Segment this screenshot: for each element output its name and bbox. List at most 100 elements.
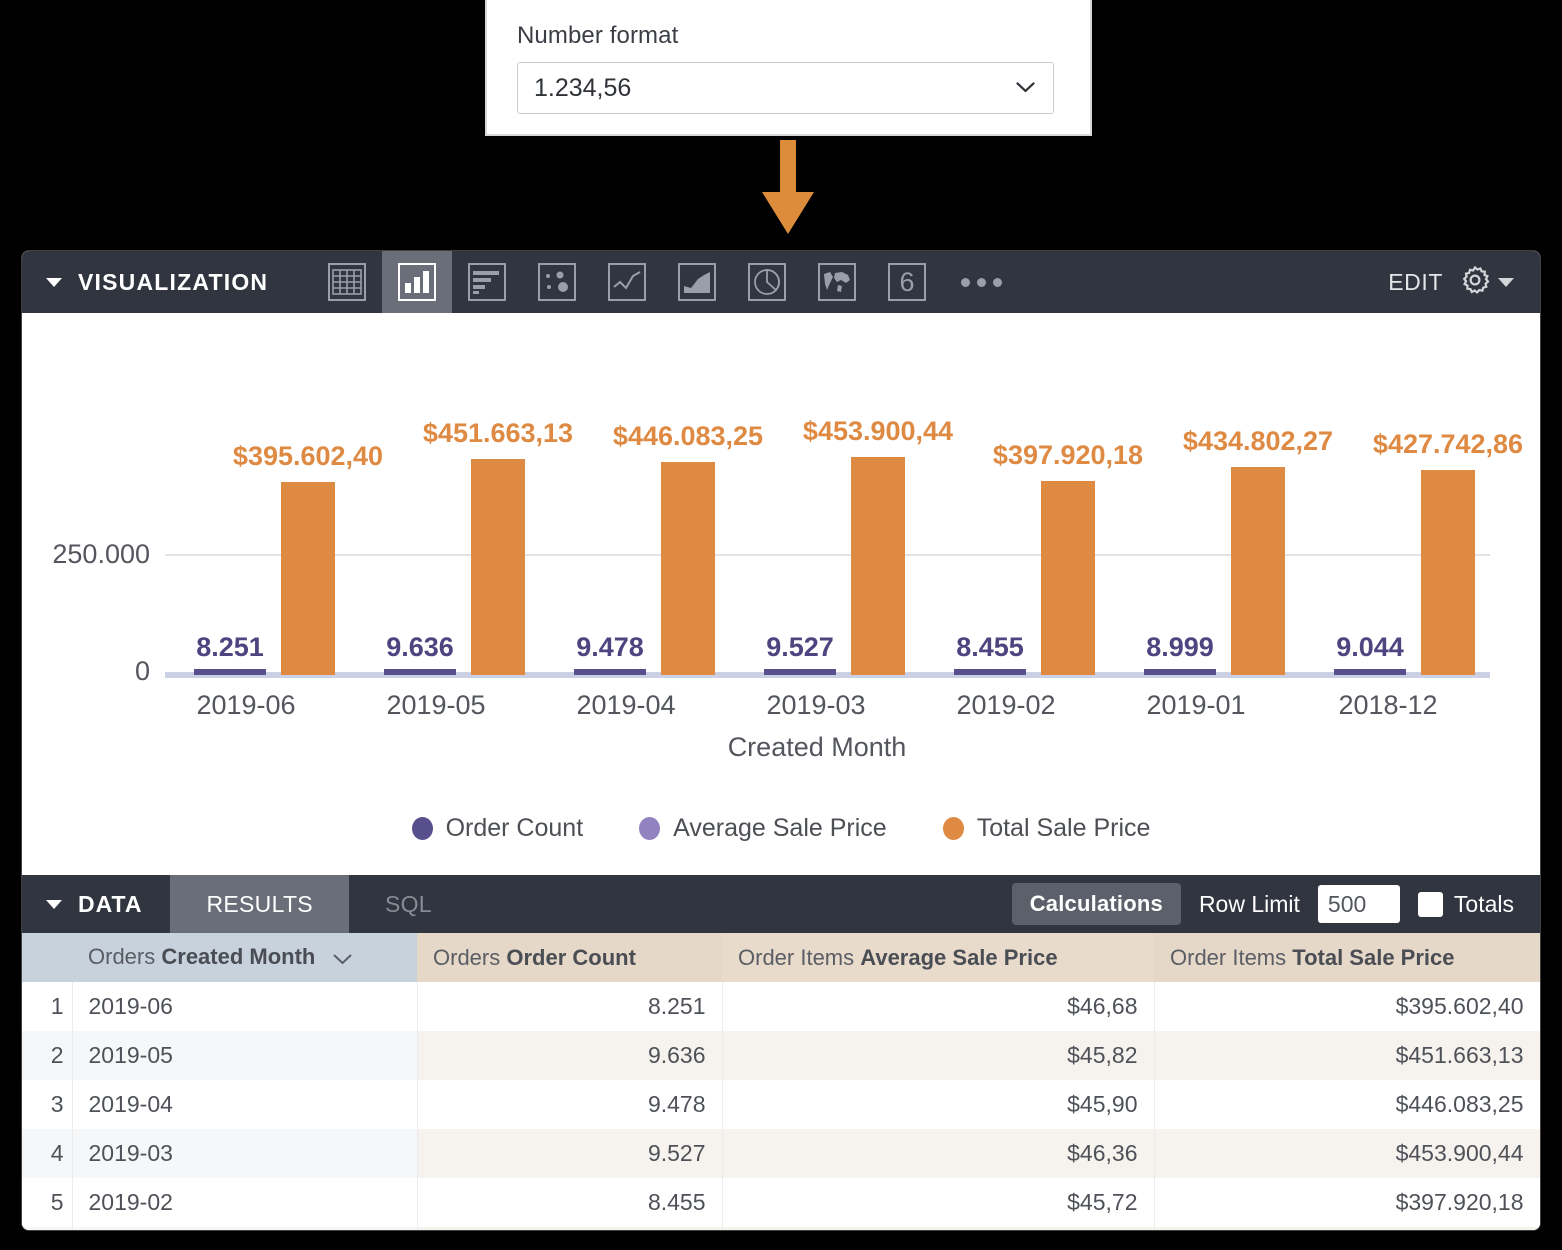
- chart-type-toolbar: 6: [312, 251, 1020, 313]
- single-value-label: 6: [899, 269, 914, 296]
- bar-chart-glyph: [398, 263, 436, 301]
- cell-order-count: 9.527: [417, 1129, 722, 1178]
- column-header-created-month[interactable]: Orders Created Month: [72, 933, 417, 982]
- cell-created-month: 2019-02: [72, 1178, 417, 1227]
- table-row[interactable]: 5 2019-02 8.455 $45,72 $397.920,18: [22, 1178, 1540, 1227]
- cell-total-sale-price: $451.663,13: [1154, 1031, 1540, 1080]
- bar-total-sale-price-2019-03: [851, 457, 905, 675]
- row-number: 5: [22, 1178, 72, 1227]
- edit-button[interactable]: EDIT: [1388, 269, 1443, 296]
- x-tick-2019-06: 2019-06: [196, 690, 295, 720]
- label-order-count-2019-01: 8.999: [1146, 632, 1214, 662]
- arrow-down-icon: [758, 140, 818, 236]
- explore-panel: VISUALIZATION: [22, 251, 1540, 1230]
- table-glyph: [328, 263, 366, 301]
- cell-created-month: 2019-01: [72, 1227, 417, 1230]
- data-controls: Calculations Row Limit 500 Totals: [1012, 875, 1540, 933]
- cell-average-sale-price: $46,68: [722, 982, 1154, 1031]
- table-row[interactable]: 3 2019-04 9.478 $45,90 $446.083,25: [22, 1080, 1540, 1129]
- label-order-count-2019-02: 8.455: [956, 632, 1024, 662]
- cell-created-month: 2019-05: [72, 1031, 417, 1080]
- legend-item-order-count[interactable]: Order Count: [412, 814, 584, 843]
- caret-down-icon: [46, 900, 62, 909]
- legend-item-average-sale-price[interactable]: Average Sale Price: [639, 814, 887, 843]
- cell-average-sale-price: $45,72: [722, 1178, 1154, 1227]
- cell-total-sale-price: $397.920,18: [1154, 1178, 1540, 1227]
- column-name-created-month: Created Month: [161, 944, 315, 969]
- area-glyph: [678, 263, 716, 301]
- label-total-sale-price-2019-01: $434.802,27: [1183, 426, 1333, 456]
- table-row[interactable]: 2 2019-05 9.636 $45,82 $451.663,13: [22, 1031, 1540, 1080]
- cell-created-month: 2019-04: [72, 1080, 417, 1129]
- label-total-sale-price-2019-04: $446.083,25: [613, 421, 763, 451]
- tab-sql[interactable]: SQL: [349, 875, 468, 933]
- table-chart-icon[interactable]: [312, 251, 382, 313]
- visualization-settings-button[interactable]: [1459, 264, 1514, 301]
- label-total-sale-price-2019-06: $395.602,40: [233, 441, 383, 471]
- column-name-total-sale-price: Total Sale Price: [1292, 945, 1454, 970]
- cell-order-count: 8.455: [417, 1178, 722, 1227]
- bar-order-count-2019-05: [384, 669, 456, 675]
- x-tick-2018-12: 2018-12: [1338, 690, 1437, 720]
- calculations-button[interactable]: Calculations: [1012, 883, 1181, 925]
- single-value-icon[interactable]: 6: [872, 251, 942, 313]
- legend-label-average-sale-price: Average Sale Price: [673, 814, 887, 843]
- legend-item-total-sale-price[interactable]: Total Sale Price: [943, 814, 1151, 843]
- totals-checkbox[interactable]: [1418, 892, 1443, 917]
- bar-chart-icon[interactable]: [382, 251, 452, 313]
- horizontal-bar-chart-icon[interactable]: [452, 251, 522, 313]
- label-order-count-2019-03: 9.527: [766, 632, 834, 662]
- cell-average-sale-price: $46,36: [722, 1129, 1154, 1178]
- row-limit-input[interactable]: 500: [1318, 885, 1400, 923]
- label-order-count-2019-06: 8.251: [196, 632, 264, 662]
- cell-average-sale-price: $45,90: [722, 1080, 1154, 1129]
- pie-chart-icon[interactable]: [732, 251, 802, 313]
- cell-total-sale-price: $395.602,40: [1154, 982, 1540, 1031]
- label-total-sale-price-2019-02: $397.920,18: [993, 440, 1143, 470]
- number-format-select[interactable]: 1.234,56: [517, 62, 1054, 114]
- row-number: 1: [22, 982, 72, 1031]
- column-header-order-count[interactable]: Orders Order Count: [417, 933, 722, 982]
- more-options-icon[interactable]: [942, 251, 1020, 313]
- totals-toggle[interactable]: Totals: [1418, 891, 1514, 918]
- horizontal-bar-glyph: [468, 263, 506, 301]
- cell-total-sale-price: $446.083,25: [1154, 1080, 1540, 1129]
- bar-chart[interactable]: 250.000 0 8.251 $395.602,40 9.636 $451.6…: [22, 313, 1540, 783]
- data-toggle[interactable]: DATA: [22, 875, 170, 933]
- y-tick-0: 0: [135, 656, 150, 686]
- table-row[interactable]: 1 2019-06 8.251 $46,68 $395.602,40: [22, 982, 1540, 1031]
- area-chart-icon[interactable]: [662, 251, 732, 313]
- chart-container: 250.000 0 8.251 $395.602,40 9.636 $451.6…: [22, 313, 1540, 875]
- map-glyph: [818, 263, 856, 301]
- scatter-chart-icon[interactable]: [522, 251, 592, 313]
- bar-total-sale-price-2019-05: [471, 459, 525, 675]
- visualization-header: VISUALIZATION: [22, 251, 1540, 313]
- column-header-total-sale-price[interactable]: Order Items Total Sale Price: [1154, 933, 1540, 982]
- column-prefix-order-items: Order Items: [738, 945, 854, 970]
- cell-average-sale-price: $46,98: [722, 1227, 1154, 1230]
- dot-1: [961, 278, 970, 287]
- column-prefix-orders: Orders: [88, 944, 155, 969]
- cell-order-count: 8.999: [417, 1227, 722, 1230]
- map-chart-icon[interactable]: [802, 251, 872, 313]
- pie-glyph: [748, 263, 786, 301]
- visualization-toggle[interactable]: VISUALIZATION: [22, 251, 312, 313]
- data-title: DATA: [78, 891, 142, 918]
- bar-order-count-2019-01: [1144, 669, 1216, 675]
- x-tick-2019-01: 2019-01: [1146, 690, 1245, 720]
- chevron-down-icon: [332, 945, 353, 971]
- cell-order-count: 8.251: [417, 982, 722, 1031]
- table-row[interactable]: 6 2019-01 8.999 $46,98 $434.802,27: [22, 1227, 1540, 1230]
- row-number: 3: [22, 1080, 72, 1129]
- dot-2: [977, 278, 986, 287]
- legend-swatch-total-sale-price: [943, 817, 964, 840]
- row-number: 6: [22, 1227, 72, 1230]
- tab-results[interactable]: RESULTS: [170, 875, 348, 933]
- bar-order-count-2019-03: [764, 669, 836, 675]
- x-tick-2019-03: 2019-03: [766, 690, 865, 720]
- gear-icon: [1459, 264, 1491, 301]
- column-header-average-sale-price[interactable]: Order Items Average Sale Price: [722, 933, 1154, 982]
- line-chart-icon[interactable]: [592, 251, 662, 313]
- label-order-count-2018-12: 9.044: [1336, 632, 1404, 662]
- table-row[interactable]: 4 2019-03 9.527 $46,36 $453.900,44: [22, 1129, 1540, 1178]
